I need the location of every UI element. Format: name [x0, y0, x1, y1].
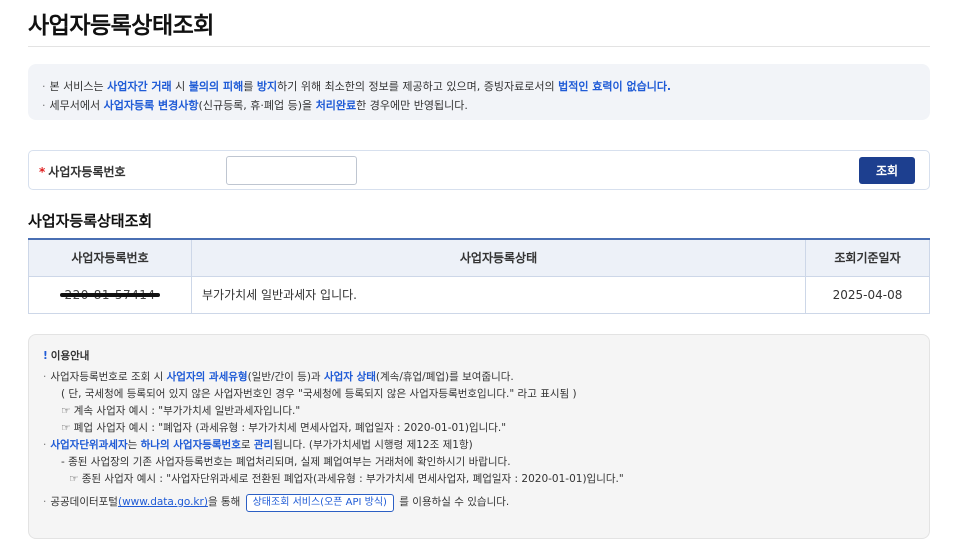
- notice-line-2: · 세무서에서 사업자등록 변경사항(신규등록, 휴·폐업 등)을 처리완료한 경…: [42, 99, 468, 112]
- service-notice: · 본 서비스는 사업자간 거래 시 불의의 피해를 방지하기 위해 최소한의 정…: [28, 64, 930, 120]
- guide-example-line: ☞ 폐업 사업자 예시 : "폐업자 (과세유형 : 부가가치세 면세사업자, …: [61, 422, 507, 434]
- result-section-title: 사업자등록상태조회: [28, 212, 153, 230]
- header-business-number: 사업자등록번호: [28, 238, 192, 277]
- table-header-row: 사업자등록번호 사업자등록상태 조회기준일자: [28, 238, 930, 277]
- usage-guide: ! 이용안내 · 사업자등록번호로 조회 시 사업자의 과세유형(일반/간이 등)과…: [28, 334, 930, 539]
- table-row: 220-81-57414 부가가치세 일반과세자 입니다. 2025-04-08: [28, 275, 930, 314]
- page-title: 사업자등록상태조회: [28, 13, 214, 39]
- guide-line: · 사업자단위과세자는 하나의 사업자등록번호로 관리됩니다. (부가가치세법 시…: [43, 439, 473, 451]
- header-business-status: 사업자등록상태: [191, 238, 806, 277]
- guide-line: ( 단, 국세청에 등록되어 있지 않은 사업자번호인 경우 "국세청에 등록되…: [61, 388, 577, 400]
- guide-line: - 종된 사업장의 기존 사업자등록번호는 폐업처리되며, 실제 폐업여부는 거…: [61, 456, 511, 468]
- masked-business-number: 220-81-57414: [60, 287, 160, 302]
- title-divider: [28, 46, 930, 47]
- cell-query-date: 2025-04-08: [805, 275, 930, 314]
- guide-example-line: ☞ 종된 사업자 예시 : "사업자단위과세로 전환된 폐업자(과세유형 : 부…: [69, 473, 624, 485]
- search-panel: * 사업자등록번호 조회: [28, 150, 930, 190]
- search-button[interactable]: 조회: [859, 157, 915, 184]
- guide-line: · 사업자등록번호로 조회 시 사업자의 과세유형(일반/간이 등)과 사업자 상…: [43, 371, 514, 383]
- business-number-label: * 사업자등록번호: [39, 165, 126, 179]
- result-table: 사업자등록번호 사업자등록상태 조회기준일자 220-81-57414 부가가치…: [28, 238, 930, 314]
- required-mark: *: [39, 165, 46, 179]
- open-api-button[interactable]: 상태조회 서비스(오픈 API 방식): [245, 494, 394, 512]
- cell-business-number: 220-81-57414: [28, 275, 192, 314]
- header-query-date: 조회기준일자: [805, 238, 930, 277]
- data-portal-link[interactable]: (www.data.go.kr): [118, 496, 208, 508]
- guide-line-api: · 공공데이터포털(www.data.go.kr)을 통해 상태조회 서비스(오픈…: [43, 494, 915, 512]
- guide-title: ! 이용안내: [43, 350, 90, 362]
- business-number-input[interactable]: [226, 156, 357, 185]
- info-icon: !: [43, 350, 48, 362]
- cell-business-status: 부가가치세 일반과세자 입니다.: [191, 275, 806, 314]
- guide-example-line: ☞ 계속 사업자 예시 : "부가가치세 일반과세자입니다.": [61, 405, 301, 417]
- notice-line-1: · 본 서비스는 사업자간 거래 시 불의의 피해를 방지하기 위해 최소한의 정…: [42, 80, 672, 93]
